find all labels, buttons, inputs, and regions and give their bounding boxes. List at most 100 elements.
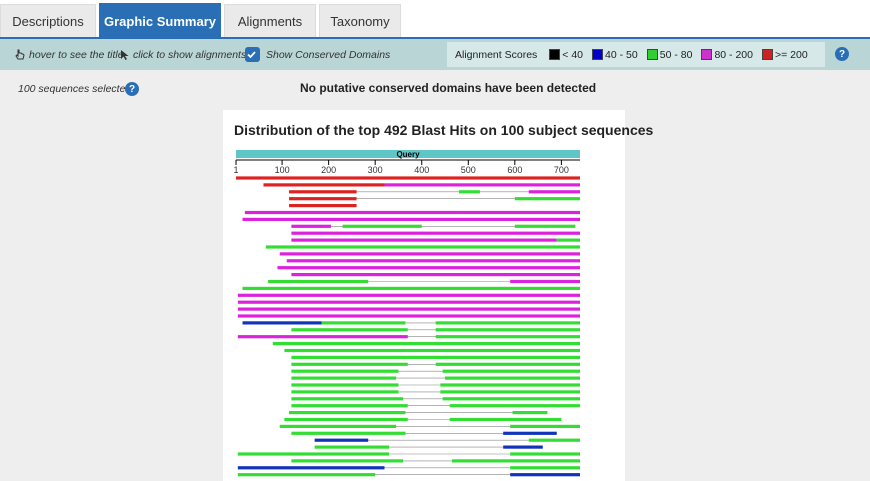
ruler-tick-label: 300 [368, 165, 383, 175]
ruler-tick-label: 400 [414, 165, 429, 175]
hit-segment [435, 328, 580, 332]
score-legend-item: 80 - 200 [701, 49, 753, 61]
show-conserved-label: Show Conserved Domains [266, 48, 391, 61]
hit-segment [244, 210, 580, 215]
hit-segment [289, 204, 357, 208]
ruler-tick-label: 600 [507, 165, 522, 175]
hit-segment [503, 431, 557, 435]
tab-taxonomy[interactable]: Taxonomy [319, 4, 401, 37]
cursor-arrow-icon [121, 49, 129, 60]
ruler-tick-label: 100 [275, 165, 290, 175]
hit-segment [291, 404, 408, 408]
sequences-selected-label: 100 sequences selected [18, 83, 132, 95]
hit-segment [237, 293, 580, 297]
tab-alignments[interactable]: Alignments [224, 4, 316, 37]
scores-help-icon[interactable]: ? [835, 47, 849, 61]
hit-segment [291, 390, 399, 394]
hit-segment [449, 417, 562, 422]
hit-segment [291, 231, 580, 235]
score-legend-item: >= 200 [761, 48, 808, 61]
hit-segment [510, 279, 580, 284]
hit-segment [440, 390, 580, 394]
click-hint-label: click to show alignments [133, 48, 247, 61]
show-conserved-domains-toggle[interactable]: Show Conserved Domains [245, 39, 390, 70]
hit-segment [263, 183, 385, 187]
hand-pointer-icon [15, 49, 25, 59]
hit-segment [242, 321, 322, 325]
sequences-selected: 100 sequences selected [18, 83, 131, 95]
hit-segment [272, 342, 580, 346]
hit-segment [291, 397, 404, 401]
hit-segment [445, 376, 580, 380]
query-label: Query [396, 150, 420, 159]
hit-segment [342, 224, 422, 228]
hit-segment [277, 266, 580, 270]
hit-segment [237, 473, 376, 477]
hit-segment [291, 224, 331, 228]
hit-segment [291, 383, 399, 387]
alignment-scores-label: Alignment Scores [455, 48, 538, 61]
hover-hint: hover to see the title [14, 39, 124, 70]
hit-segment [291, 431, 406, 435]
hit-segment [514, 224, 576, 228]
hit-segment [291, 376, 397, 380]
score-legend-label: >= 200 [774, 48, 808, 61]
hover-hint-label: hover to see the title [29, 48, 124, 61]
ruler-tick-label: 500 [461, 165, 476, 175]
hit-segment [289, 190, 357, 194]
hit-segment [237, 307, 580, 311]
selection-help-icon[interactable]: ? [125, 82, 139, 96]
hit-segment [284, 348, 580, 353]
hit-segment [242, 286, 580, 290]
hit-segment [384, 183, 580, 187]
tab-graphic-summary[interactable]: Graphic Summary [99, 3, 221, 38]
graphic-toolbar: hover to see the title click to show ali… [0, 39, 870, 70]
hit-segment [237, 466, 385, 470]
hit-segment [314, 445, 390, 449]
graphic-title: Distribution of the top 492 Blast Hits o… [234, 122, 654, 138]
hit-segment [286, 259, 580, 263]
hit-segment [510, 424, 580, 428]
score-legend-item: 40 - 50 [592, 49, 638, 61]
checkmark-icon [246, 51, 256, 59]
hit-segment [503, 445, 543, 449]
hit-segment [284, 417, 408, 422]
score-legend-label: 50 - 80 [659, 48, 693, 61]
hit-segment [556, 238, 580, 242]
hit-segment [289, 411, 406, 415]
alignment-scores-legend: Alignment Scores < 40 40 - 50 50 - 80 80… [447, 42, 825, 67]
hit-segment [265, 245, 580, 249]
hit-segment [237, 300, 580, 304]
hit-segment [510, 466, 580, 470]
hit-segment [236, 176, 580, 180]
score-legend-item: 50 - 80 [646, 48, 693, 61]
hit-segment [291, 328, 408, 332]
hit-segment [449, 404, 580, 408]
score-swatch [761, 49, 773, 60]
hit-segment [237, 452, 390, 456]
tab-descriptions[interactable]: Descriptions [0, 4, 96, 37]
show-conserved-checkbox[interactable] [245, 47, 260, 62]
hit-segment [291, 355, 580, 359]
hit-segment [451, 459, 580, 463]
hit-segment [435, 362, 580, 366]
hit-segment [289, 197, 357, 201]
ruler-tick-label: 700 [554, 165, 569, 175]
hit-segment [458, 190, 480, 194]
hit-segment [435, 335, 580, 339]
score-swatch [646, 49, 658, 60]
hit-segment [435, 321, 580, 325]
hit-segment [268, 279, 369, 284]
click-hint: click to show alignments [120, 39, 246, 70]
hit-segment [510, 452, 580, 456]
blast-hits-graphic[interactable]: Query 1 100 200 300 400 500 600 700 [230, 148, 590, 481]
score-swatch [592, 49, 604, 60]
hit-segment [291, 369, 399, 373]
ruler-tick-label: 1 [233, 165, 238, 175]
hit-segment [321, 321, 406, 325]
hit-segment [442, 369, 580, 373]
no-domains-message: No putative conserved domains have been … [300, 81, 597, 95]
ruler-tick-label: 200 [321, 165, 336, 175]
hit-segment [291, 459, 404, 463]
hit-segment [442, 397, 580, 401]
